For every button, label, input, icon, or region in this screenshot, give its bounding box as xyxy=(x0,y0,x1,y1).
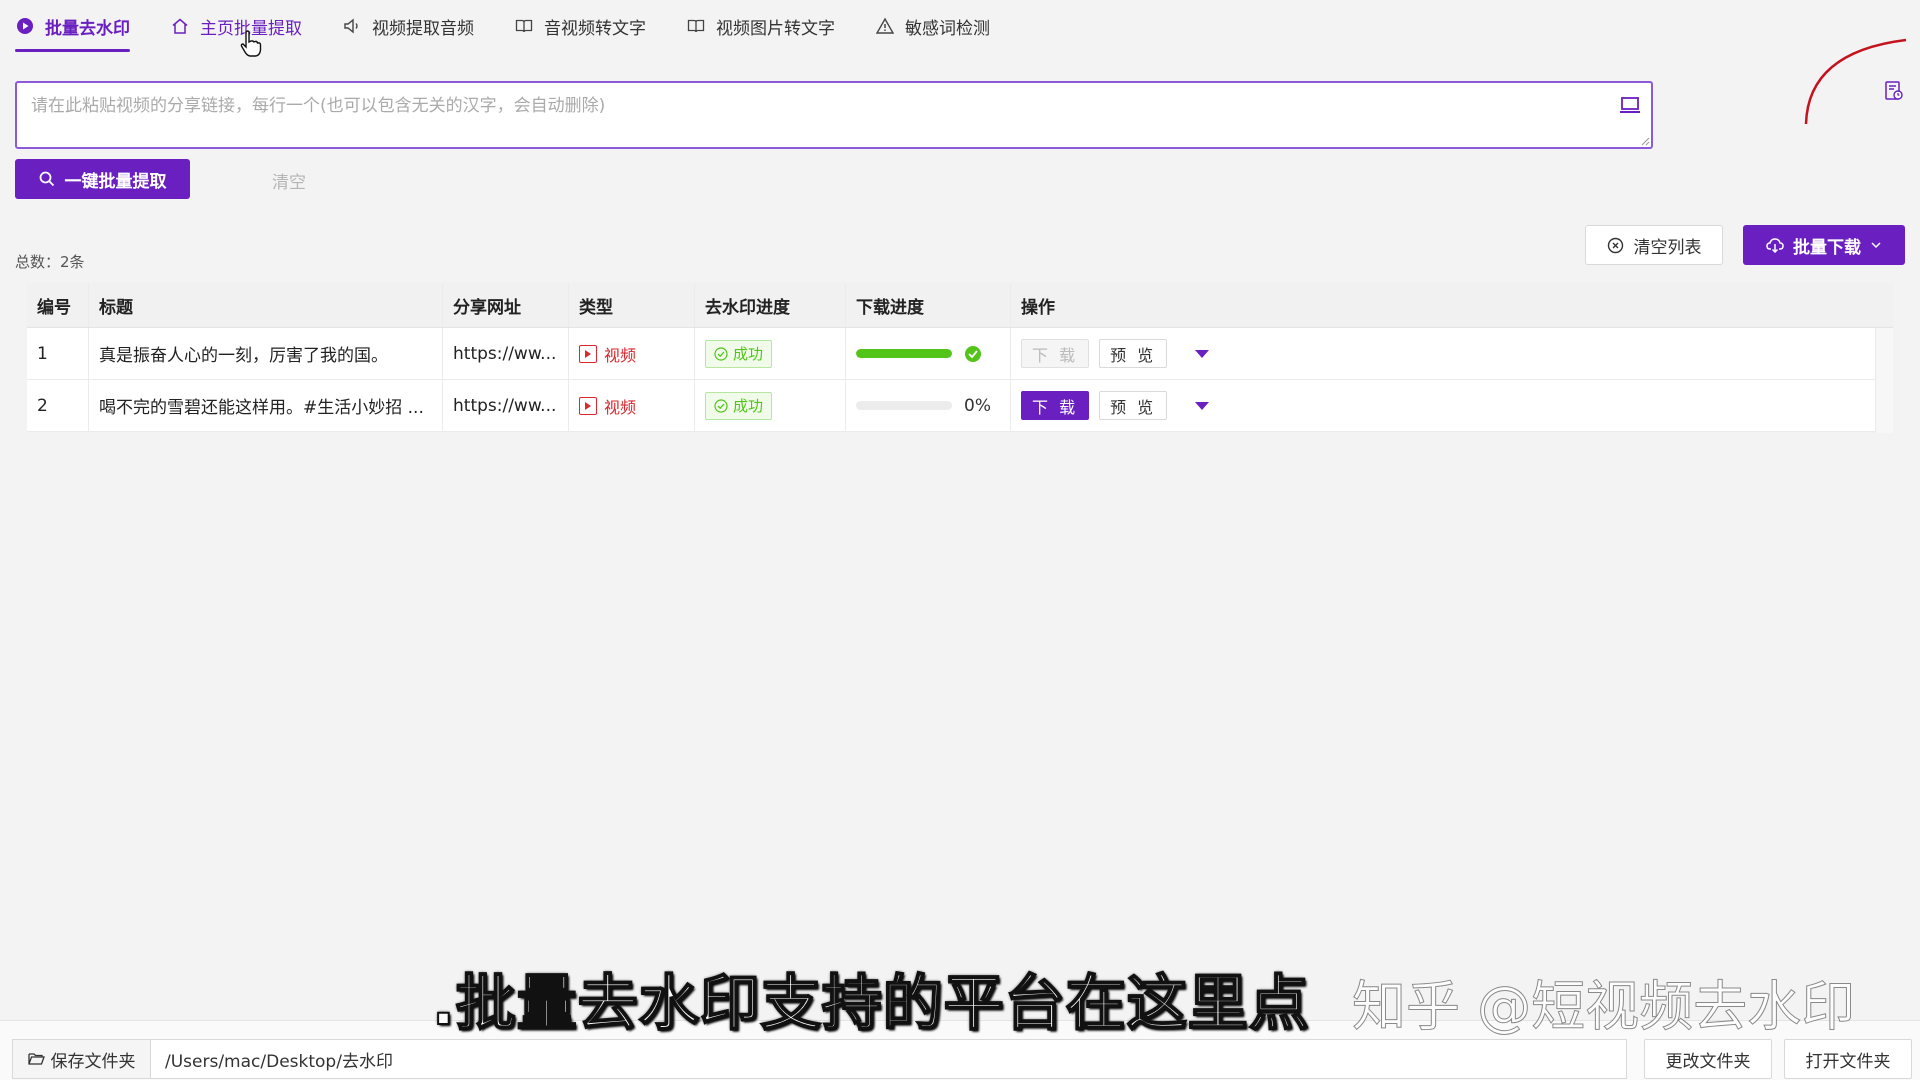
row-number: 2 xyxy=(27,380,89,431)
check-circle-filled-icon xyxy=(965,345,981,362)
change-folder-button[interactable]: 更改文件夹 xyxy=(1644,1039,1772,1079)
clear-list-button[interactable]: 清空列表 xyxy=(1585,225,1723,265)
open-folder-button[interactable]: 打开文件夹 xyxy=(1784,1039,1912,1079)
download-progress-cell: 0% xyxy=(846,380,1011,431)
laptop-icon[interactable] xyxy=(1618,93,1642,117)
batch-extract-label: 一键批量提取 xyxy=(64,171,167,192)
column-header: 下载进度 xyxy=(846,283,1011,327)
save-path-field[interactable]: /Users/mac/Desktop/去水印 xyxy=(150,1039,1627,1079)
column-header: 标题 xyxy=(89,283,443,327)
search-icon xyxy=(39,171,54,187)
operations-cell: 下 载 预 览 xyxy=(1011,328,1893,379)
progress-fill xyxy=(856,349,952,358)
total-count: 总数：2条 xyxy=(15,253,85,271)
video-play-icon xyxy=(579,344,597,363)
tab-video-audio[interactable]: 视频提取音频 xyxy=(342,0,474,52)
type-label: 视频 xyxy=(604,345,637,365)
table-header: 编号 标题 分享网址 类型 去水印进度 下载进度 操作 xyxy=(27,283,1893,328)
home-icon xyxy=(170,16,190,36)
speaker-icon xyxy=(342,16,362,36)
more-dropdown-icon[interactable] xyxy=(1195,349,1210,358)
hand-cursor-icon xyxy=(240,30,262,57)
tab-sensitive-words[interactable]: 敏感词检测 xyxy=(875,0,990,52)
tab-bar: 批量去水印 主页批量提取 视频提取音频 音视频转文字 视频图片转文字 敏感词检测 xyxy=(15,0,1030,52)
column-header: 类型 xyxy=(569,283,695,327)
row-number: 1 xyxy=(27,328,89,379)
type-tag: 视频 xyxy=(579,394,636,418)
download-button[interactable]: 下 载 xyxy=(1021,339,1090,368)
video-watermark: 知乎 @短视频去水印 xyxy=(1351,975,1856,1039)
check-circle-icon xyxy=(714,398,728,413)
clear-input-button[interactable]: 清空 xyxy=(272,168,306,193)
close-circle-icon xyxy=(1607,237,1623,253)
video-subtitle: .批量去水印支持的平台在这里点 xyxy=(431,968,1310,1040)
column-header: 操作 xyxy=(1021,297,1055,318)
row-url[interactable]: https://ww... xyxy=(443,380,569,431)
tab-homepage-extract[interactable]: 主页批量提取 xyxy=(170,0,302,52)
preview-button[interactable]: 预 览 xyxy=(1099,339,1168,368)
clear-list-label: 清空列表 xyxy=(1633,237,1702,258)
table-row: 1 真是振奋人心的一刻，厉害了我的国。 https://ww... 视频 成功 … xyxy=(27,328,1893,380)
type-cell: 视频 xyxy=(569,380,695,431)
watermark-cell: 成功 xyxy=(695,328,846,379)
column-header: 去水印进度 xyxy=(695,283,846,327)
folder-open-icon xyxy=(27,1053,45,1065)
table-scrollbar[interactable] xyxy=(1875,328,1893,433)
watermark-cell: 成功 xyxy=(695,380,846,431)
tab-label: 敏感词检测 xyxy=(905,18,990,39)
download-button[interactable]: 下 载 xyxy=(1021,391,1090,420)
type-label: 视频 xyxy=(604,397,637,417)
cloud-download-icon xyxy=(1766,238,1784,253)
save-folder-text: 保存文件夹 xyxy=(50,1051,136,1072)
download-progress-bar xyxy=(856,349,952,358)
share-link-input[interactable] xyxy=(15,81,1653,149)
book-icon xyxy=(514,16,534,36)
tab-video-image-to-text[interactable]: 视频图片转文字 xyxy=(686,0,835,52)
batch-download-label: 批量下载 xyxy=(1793,237,1861,258)
batch-extract-button[interactable]: 一键批量提取 xyxy=(15,159,190,199)
tab-batch-watermark[interactable]: 批量去水印 xyxy=(15,0,130,52)
tab-label: 音视频转文字 xyxy=(544,18,646,39)
success-label: 成功 xyxy=(733,397,764,415)
save-folder-label: 保存文件夹 xyxy=(12,1039,151,1079)
type-cell: 视频 xyxy=(569,328,695,379)
preview-button[interactable]: 预 览 xyxy=(1099,391,1168,420)
check-circle-icon xyxy=(714,346,728,361)
operations-cell: 下 载 预 览 xyxy=(1011,380,1893,431)
row-title: 喝不完的雪碧还能这样用。#生活小妙招 ... xyxy=(89,380,443,431)
book-icon xyxy=(686,16,706,36)
row-title: 真是振奋人心的一刻，厉害了我的国。 xyxy=(89,328,443,379)
video-play-icon xyxy=(579,396,597,415)
table-row: 2 喝不完的雪碧还能这样用。#生活小妙招 ... https://ww... 视… xyxy=(27,380,1893,432)
more-dropdown-icon[interactable] xyxy=(1195,401,1210,410)
chevron-down-icon xyxy=(1871,242,1881,249)
resize-grip-icon[interactable] xyxy=(1640,136,1650,146)
type-tag: 视频 xyxy=(579,342,636,366)
warning-icon xyxy=(875,16,895,36)
success-label: 成功 xyxy=(733,345,764,363)
download-progress-bar xyxy=(856,401,952,410)
tab-label: 视频图片转文字 xyxy=(716,18,835,39)
tab-av-to-text[interactable]: 音视频转文字 xyxy=(514,0,646,52)
column-header: 编号 xyxy=(27,283,89,327)
download-progress-cell xyxy=(846,328,1011,379)
tab-label: 视频提取音频 xyxy=(372,18,474,39)
play-circle-icon xyxy=(15,16,35,36)
progress-percent: 0% xyxy=(964,395,991,416)
history-doc-icon[interactable] xyxy=(1883,80,1905,102)
tab-label: 批量去水印 xyxy=(45,18,130,39)
success-badge: 成功 xyxy=(705,391,773,420)
success-badge: 成功 xyxy=(705,339,773,368)
row-url[interactable]: https://ww... xyxy=(443,328,569,379)
column-header: 分享网址 xyxy=(443,283,569,327)
result-table: 编号 标题 分享网址 类型 去水印进度 下载进度 操作 1 真是振奋人心的一刻，… xyxy=(27,283,1893,433)
batch-download-button[interactable]: 批量下载 xyxy=(1743,225,1905,265)
